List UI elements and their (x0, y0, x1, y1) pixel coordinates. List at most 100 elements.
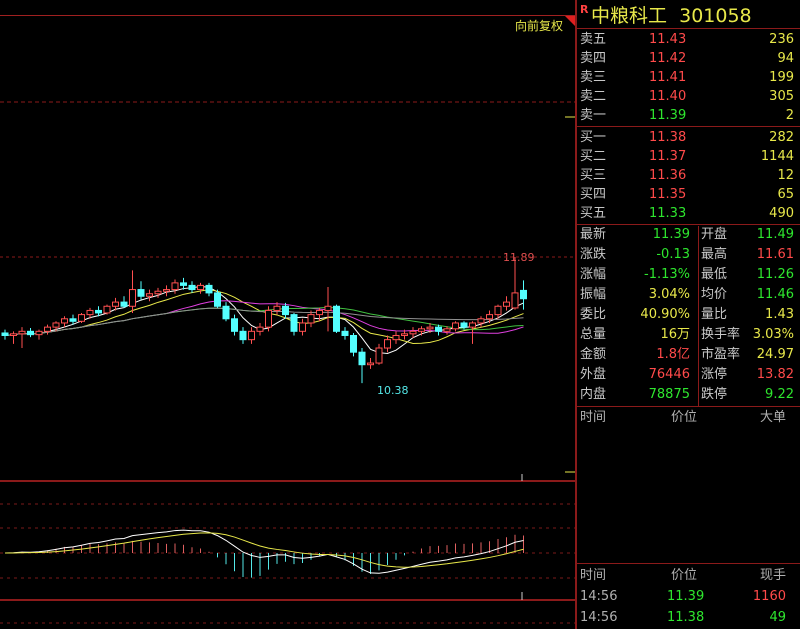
candle-up (392, 334, 400, 341)
big-order-header: 时间 价位 大单 (577, 408, 800, 427)
stat-label: 委比 (580, 307, 607, 322)
ask-volume: 199 (769, 70, 794, 85)
stat-label: 振幅 (580, 287, 607, 302)
bid-volume: 65 (777, 187, 794, 202)
bid-row[interactable]: 买一 11.38 282 (577, 128, 800, 147)
bid-volume: 1144 (760, 149, 794, 164)
candle-down (1, 332, 9, 336)
stat-item: 最低 11.26 (698, 265, 800, 285)
macd-dea-line (4, 532, 524, 568)
candle-down (341, 330, 349, 336)
ask-label: 卖一 (580, 108, 607, 123)
bid-volume: 282 (769, 130, 794, 145)
ask-volume: 2 (785, 108, 794, 123)
col-vol: 现手 (759, 568, 786, 583)
stat-label: 最低 (701, 267, 728, 282)
stat-label: 市盈率 (701, 347, 741, 362)
stat-label: 量比 (701, 307, 728, 322)
ask-row[interactable]: 卖一 11.39 2 (577, 106, 800, 125)
tick-time: 14:56 (580, 589, 618, 604)
ask-price: 11.40 (649, 89, 687, 104)
stat-item: 市盈率 24.97 (698, 345, 800, 365)
candle-up (61, 318, 68, 324)
stock-title: 中粮科工 301058 (591, 1, 752, 28)
ask-label: 卖二 (580, 89, 607, 104)
stat-item: 内盘 78875 (577, 385, 696, 405)
candle-up (426, 326, 434, 330)
tick-volume: 1160 (752, 589, 786, 604)
candle-down (358, 351, 366, 366)
ask-price: 11.43 (649, 32, 687, 47)
stat-label: 涨停 (701, 367, 728, 382)
candle-down (350, 334, 357, 353)
candle-up (129, 289, 136, 307)
stat-item: 均价 11.46 (698, 285, 800, 305)
stat-label: 均价 (701, 287, 728, 302)
stat-value: 16万 (660, 327, 690, 342)
candle-down (27, 330, 34, 336)
candle-up (469, 322, 476, 328)
candle-up (443, 328, 451, 332)
candle-up (103, 305, 111, 314)
stat-item: 外盘 76446 (577, 365, 696, 385)
candle-down (137, 289, 145, 297)
stat-item: 换手率 3.03% (698, 325, 800, 345)
stat-value: 3.04% (648, 287, 690, 302)
stat-value: 24.97 (756, 347, 794, 362)
ask-price: 11.42 (649, 51, 687, 66)
ticks-header: 时间 价位 现手 (577, 566, 800, 585)
candle-up (112, 301, 119, 307)
kline-chart[interactable]: 向前复权 11.89 10.38 (0, 0, 575, 629)
bid-price: 11.36 (649, 168, 687, 183)
candle-up (409, 330, 417, 335)
candle-down (460, 322, 468, 328)
stat-item: 开盘 11.49 (698, 225, 800, 245)
candle-down (95, 309, 102, 314)
ask-row[interactable]: 卖五 11.43 236 (577, 30, 800, 49)
bid-price: 11.35 (649, 187, 687, 202)
stat-item: 跌停 9.22 (698, 385, 800, 405)
bid-label: 买一 (580, 130, 607, 145)
candle-down (282, 305, 289, 316)
ask-row[interactable]: 卖四 11.42 94 (577, 49, 800, 68)
stat-item: 振幅 3.04% (577, 285, 696, 305)
candle-up (256, 326, 264, 332)
tick-row: 14:56 11.38 49 (577, 608, 800, 627)
candle-up (18, 330, 26, 335)
ask-row[interactable]: 卖三 11.41 199 (577, 68, 800, 87)
candle-up (86, 309, 94, 316)
candle-down (69, 318, 77, 322)
candle-up (265, 309, 272, 328)
ask-row[interactable]: 卖二 11.40 305 (577, 87, 800, 106)
candle-up (384, 339, 391, 349)
candle-up (78, 314, 85, 322)
candle-up (401, 333, 408, 336)
stat-item: 总量 16万 (577, 325, 696, 345)
bid-label: 买四 (580, 187, 607, 202)
stat-value: 11.46 (756, 287, 794, 302)
stat-value: 3.03% (752, 327, 794, 342)
col-big: 大单 (759, 410, 786, 425)
candle-up (418, 328, 425, 332)
candle-down (214, 292, 221, 307)
stat-item: 委比 40.90% (577, 305, 696, 325)
r-badge: R (580, 3, 589, 16)
candle-down (205, 284, 213, 294)
col-time: 时间 (580, 568, 607, 583)
bid-label: 买三 (580, 168, 607, 183)
stat-label: 换手率 (701, 327, 741, 342)
ask-label: 卖四 (580, 51, 607, 66)
candle-down (239, 330, 247, 341)
bid-row[interactable]: 买三 11.36 12 (577, 166, 800, 185)
quote-panel: R 中粮科工 301058 卖五 11.43 236 卖四 11.42 94 卖三 11.41… (575, 0, 800, 629)
stat-label: 最新 (580, 227, 607, 242)
bid-row[interactable]: 买四 11.35 65 (577, 185, 800, 204)
candle-up (248, 330, 255, 341)
bid-row[interactable]: 买五 11.33 490 (577, 204, 800, 223)
stat-item: 最高 11.61 (698, 245, 800, 265)
bid-volume: 12 (777, 168, 794, 183)
candle-up (486, 314, 493, 320)
col-price: 价位 (671, 410, 698, 425)
bid-label: 买二 (580, 149, 607, 164)
bid-row[interactable]: 买二 11.37 1144 (577, 147, 800, 166)
